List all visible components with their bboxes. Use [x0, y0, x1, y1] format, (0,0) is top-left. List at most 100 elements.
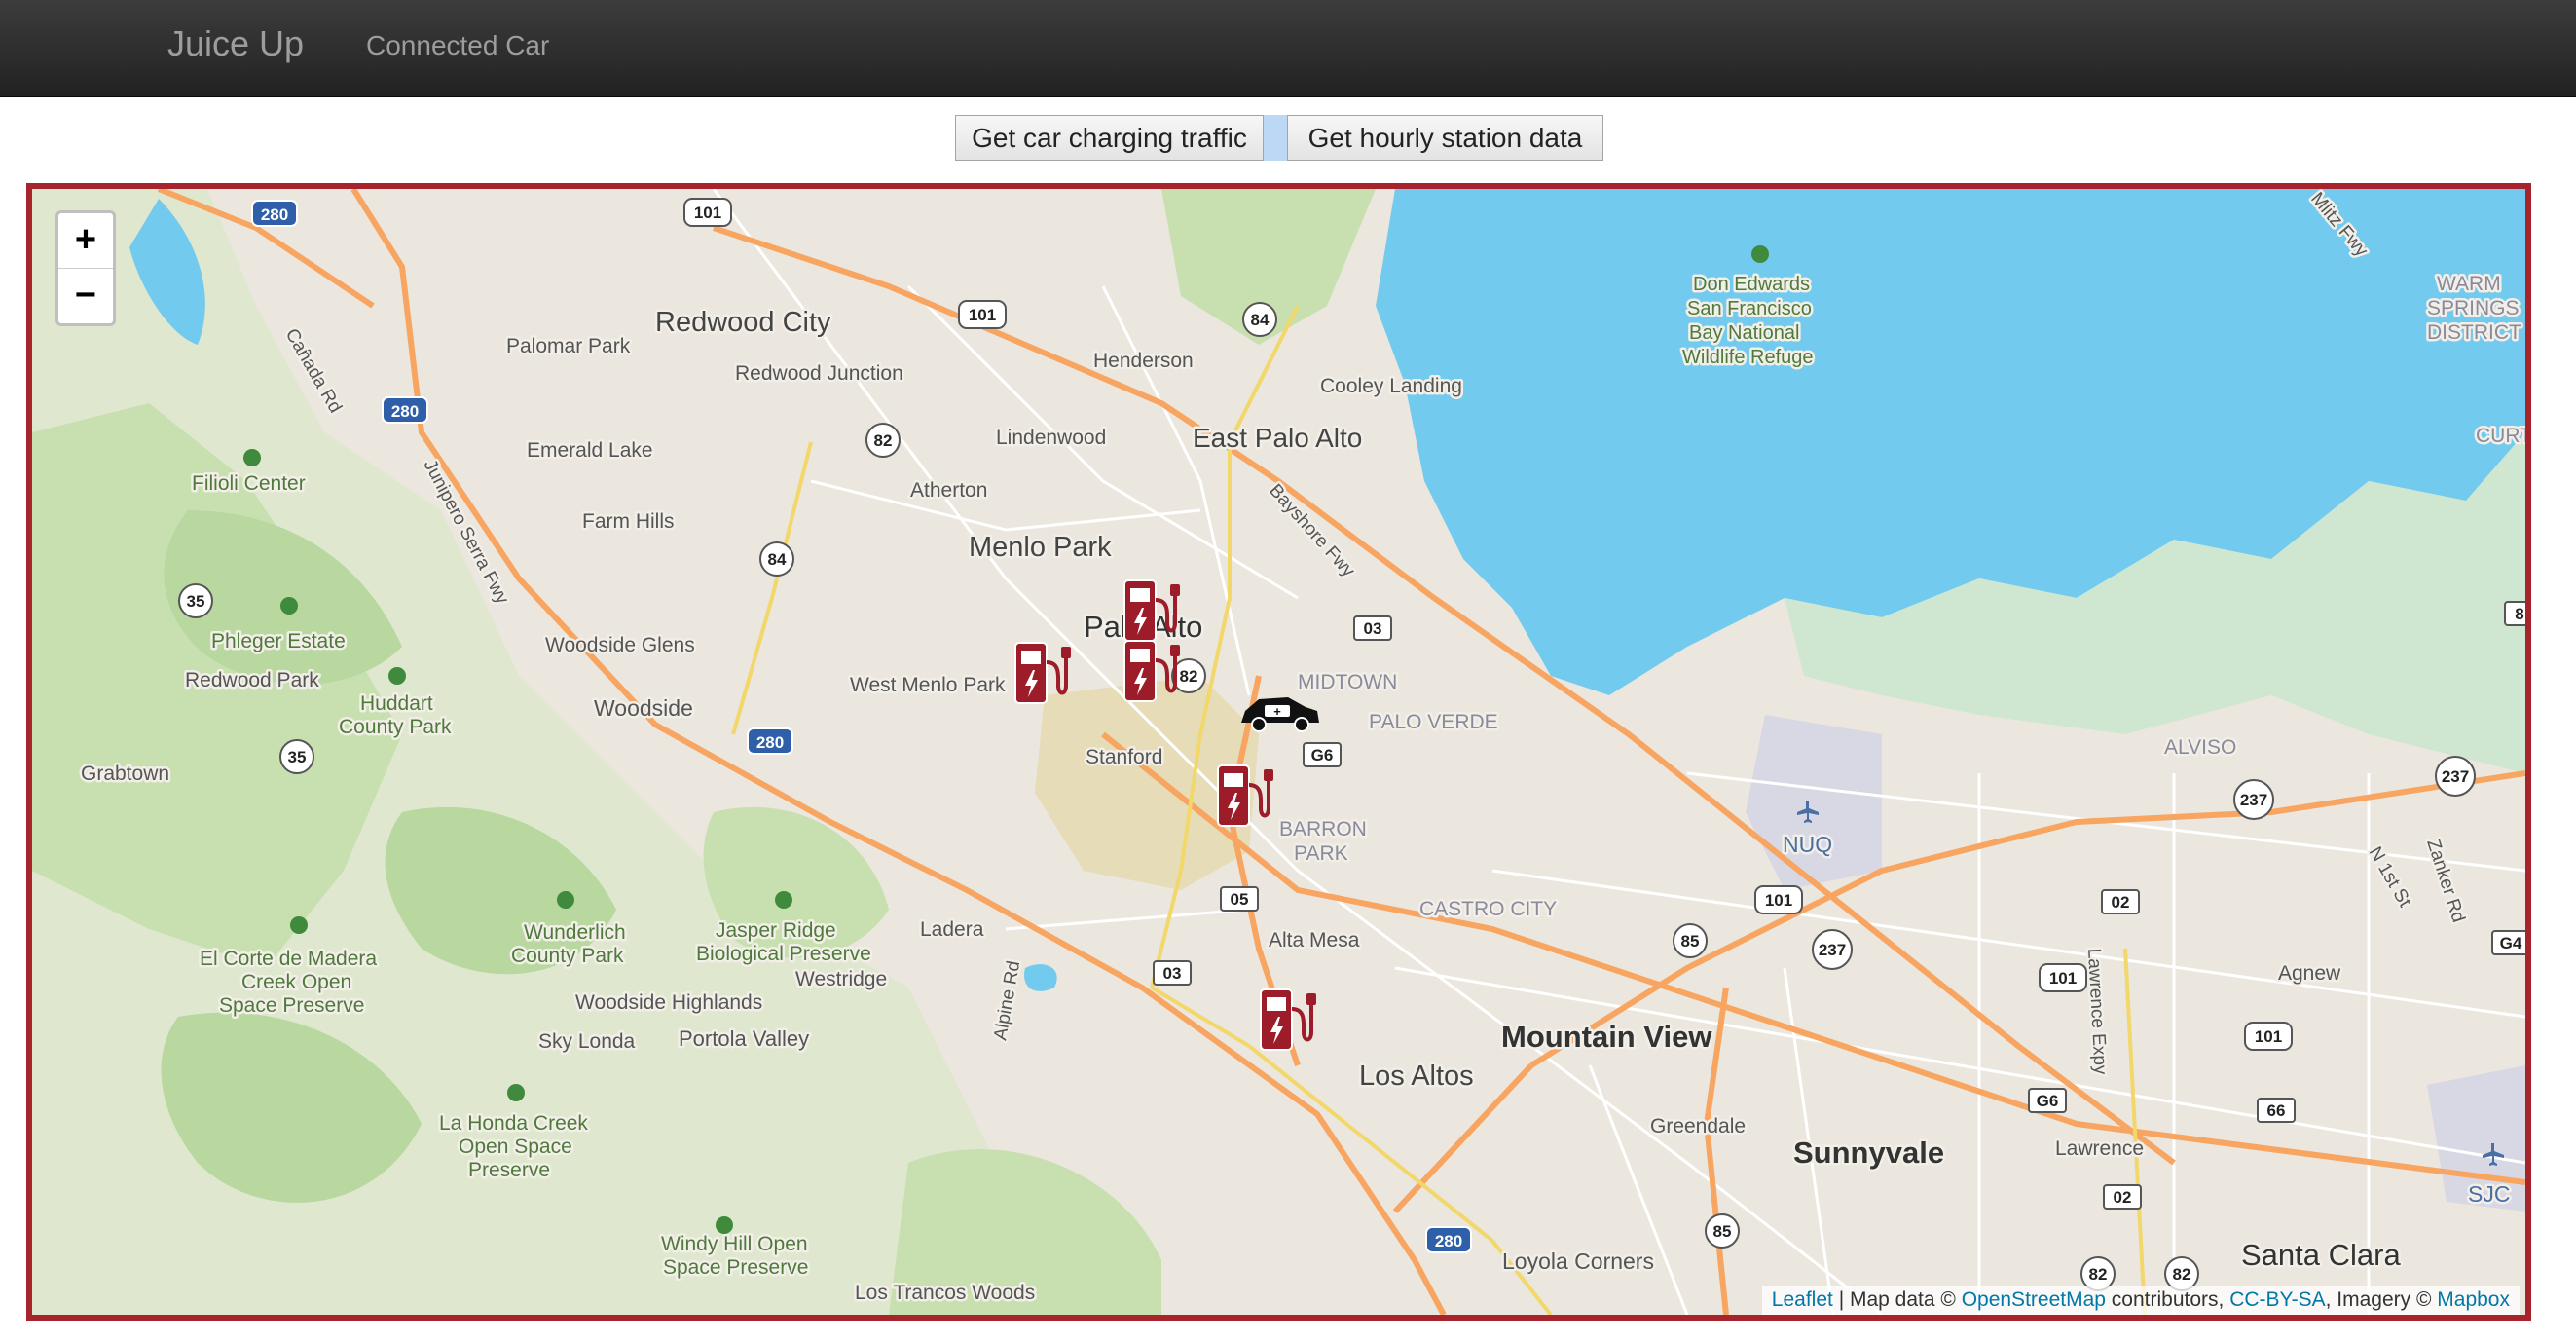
shield-03: 03 — [1153, 960, 1192, 986]
label-ladera: Ladera — [920, 918, 984, 941]
label-el-corte-1: El Corte de Madera — [200, 948, 377, 970]
label-don-edwards-2: San Francisco — [1687, 298, 1812, 319]
label-santa-clara: Santa Clara — [2241, 1238, 2401, 1272]
label-warm-1: WARM — [2437, 273, 2501, 295]
zoom-out-button[interactable]: − — [58, 268, 113, 323]
svg-text:237: 237 — [2442, 767, 2469, 786]
label-los-altos: Los Altos — [1359, 1061, 1474, 1092]
label-el-corte-2: Creek Open — [241, 971, 351, 993]
label-cooley-landing: Cooley Landing — [1320, 375, 1462, 397]
get-hourly-station-data-button[interactable]: Get hourly station data — [1287, 115, 1603, 161]
label-lindenwood: Lindenwood — [996, 427, 1106, 449]
tree-icon — [507, 1084, 525, 1101]
label-henderson: Henderson — [1093, 350, 1194, 372]
label-east-palo-alto: East Palo Alto — [1193, 423, 1362, 453]
cc-by-sa-link[interactable]: CC-BY-SA — [2229, 1288, 2325, 1311]
label-los-trancos: Los Trancos Woods — [855, 1282, 1035, 1304]
label-el-corte-3: Space Preserve — [219, 994, 364, 1017]
tree-icon — [280, 597, 298, 615]
tree-icon — [716, 1216, 733, 1234]
shield-66: 66 — [2257, 1098, 2296, 1123]
label-palo-verde: PALO VERDE — [1369, 711, 1498, 733]
label-woodside-highlands: Woodside Highlands — [575, 991, 762, 1014]
map-attribution: Leaflet | Map data © OpenStreetMap contr… — [1761, 1286, 2520, 1315]
zoom-control: + − — [55, 210, 116, 326]
label-mountain-view: Mountain View — [1501, 1020, 1712, 1054]
tree-icon — [557, 891, 574, 909]
label-wunderlich-2: County Park — [511, 945, 624, 967]
label-la-honda-1: La Honda Creek — [439, 1112, 588, 1135]
label-sunnyvale: Sunnyvale — [1793, 1136, 1944, 1170]
mapbox-link[interactable]: Mapbox — [2437, 1288, 2510, 1311]
label-redwood-city: Redwood City — [655, 307, 831, 338]
shield-85: 85 — [1673, 923, 1708, 958]
svg-text:237: 237 — [2240, 791, 2267, 809]
label-portola-valley: Portola Valley — [679, 1026, 809, 1051]
svg-text:237: 237 — [1819, 941, 1846, 959]
shield-101: 101 — [1754, 885, 1803, 914]
label-warm-2: SPRINGS — [2427, 297, 2520, 319]
attribution-text: | Map data © — [1832, 1288, 1962, 1311]
label-barron-park-2: PARK — [1294, 842, 1348, 865]
label-don-edwards-4: Wildlife Refuge — [1682, 347, 1814, 368]
brand-link[interactable]: Juice Up — [167, 23, 304, 64]
shield-280: 280 — [382, 396, 428, 424]
tree-icon — [243, 449, 261, 466]
label-menlo-park: Menlo Park — [969, 532, 1112, 563]
label-alta-mesa: Alta Mesa — [1269, 929, 1360, 951]
svg-text:85: 85 — [1713, 1222, 1732, 1241]
svg-text:101: 101 — [1765, 891, 1792, 910]
shield-02: 02 — [2103, 1184, 2142, 1210]
nav-link-connected-car[interactable]: Connected Car — [366, 30, 549, 61]
shield-237: 237 — [1812, 929, 1853, 970]
shield-237: 237 — [2435, 756, 2476, 797]
shield-35: 35 — [279, 739, 314, 774]
shield-101: 101 — [2244, 1022, 2293, 1051]
svg-text:03: 03 — [1364, 619, 1382, 638]
label-lawrence: Lawrence — [2055, 1137, 2144, 1160]
shield-101: 101 — [958, 300, 1007, 329]
svg-text:101: 101 — [2255, 1027, 2282, 1046]
svg-text:02: 02 — [2114, 1188, 2132, 1207]
label-la-honda-2: Open Space — [459, 1136, 572, 1158]
svg-text:+: + — [1273, 704, 1281, 719]
svg-text:G6: G6 — [2037, 1092, 2059, 1110]
tree-icon — [388, 667, 406, 685]
shield-101: 101 — [2039, 963, 2087, 992]
svg-text:280: 280 — [261, 205, 288, 224]
svg-text:G4: G4 — [2500, 934, 2522, 952]
svg-text:02: 02 — [2112, 893, 2130, 912]
attribution-text: contributors, — [2105, 1288, 2230, 1311]
label-atherton: Atherton — [910, 479, 987, 502]
svg-text:82: 82 — [874, 431, 893, 450]
svg-text:G6: G6 — [1311, 746, 1334, 764]
label-nuq: NUQ — [1783, 832, 1832, 857]
svg-text:84: 84 — [768, 550, 787, 569]
map-tiles[interactable]: Redwood City Palomar Park Redwood Juncti… — [32, 189, 2525, 1315]
label-agnew: Agnew — [2278, 962, 2341, 985]
label-don-edwards-1: Don Edwards — [1693, 274, 1810, 295]
tree-icon — [1751, 245, 1769, 263]
shield-82: 82 — [865, 423, 901, 458]
svg-text:35: 35 — [288, 748, 307, 766]
svg-text:280: 280 — [756, 733, 784, 752]
svg-text:82: 82 — [1180, 667, 1198, 686]
svg-text:84: 84 — [1251, 311, 1270, 329]
svg-text:35: 35 — [187, 592, 205, 611]
label-sjc: SJC — [2468, 1181, 2510, 1207]
get-car-charging-traffic-button[interactable]: Get car charging traffic — [955, 115, 1264, 161]
map-container[interactable]: Redwood City Palomar Park Redwood Juncti… — [26, 183, 2531, 1321]
svg-text:05: 05 — [1231, 890, 1249, 909]
shield-280: 280 — [1425, 1226, 1472, 1253]
shield-280: 280 — [747, 727, 793, 755]
leaflet-link[interactable]: Leaflet — [1772, 1288, 1833, 1311]
openstreetmap-link[interactable]: OpenStreetMap — [1962, 1288, 2106, 1311]
label-greendale: Greendale — [1650, 1115, 1746, 1137]
label-redwood-junction: Redwood Junction — [735, 362, 903, 385]
pond-water — [1024, 964, 1057, 991]
svg-text:280: 280 — [1435, 1232, 1462, 1250]
zoom-in-button[interactable]: + — [58, 213, 113, 268]
label-palomar-park: Palomar Park — [506, 335, 631, 357]
shield-237: 237 — [2233, 779, 2274, 820]
shield-G4: G4 — [2491, 930, 2525, 955]
